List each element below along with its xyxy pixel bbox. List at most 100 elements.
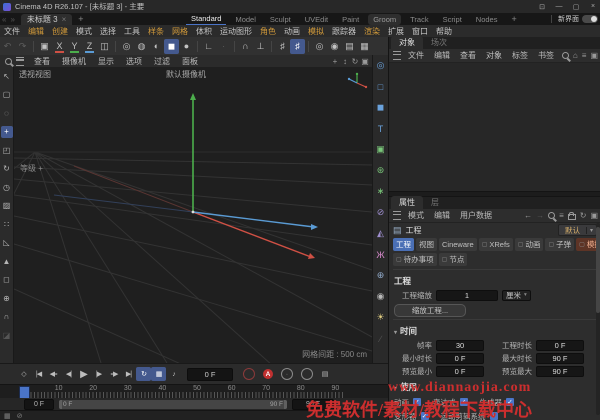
attribute-tab-节点[interactable]: ▢节点: [439, 253, 468, 266]
menu-edit[interactable]: 编辑: [24, 26, 48, 37]
pan-view-icon[interactable]: +: [331, 57, 339, 66]
vp-menu-cameras[interactable]: 摄像机: [56, 56, 92, 67]
add-document-button[interactable]: +: [78, 14, 83, 24]
disable-status-icon[interactable]: ⊘: [17, 412, 23, 420]
texture-mode-icon[interactable]: ▨: [1, 200, 13, 212]
undo-icon[interactable]: ↶: [0, 39, 15, 54]
sound-button[interactable]: ♪: [166, 367, 181, 381]
layers-icon[interactable]: ▦: [357, 39, 372, 54]
menu-render[interactable]: 渲染: [360, 26, 384, 37]
render-settings-icon[interactable]: ◐: [149, 39, 164, 54]
spline-wrap-icon[interactable]: ⊘: [374, 206, 387, 219]
menu-mesh[interactable]: 网格: [168, 26, 192, 37]
menu-character[interactable]: 角色: [256, 26, 280, 37]
menu-file[interactable]: 文件: [0, 26, 24, 37]
redo-icon[interactable]: ↷: [15, 39, 30, 54]
workplane-icon[interactable]: ⊥: [253, 39, 268, 54]
om-menu-view[interactable]: 查看: [455, 50, 481, 61]
am-hamburger-icon[interactable]: [393, 211, 401, 220]
render-picture-viewer-icon[interactable]: ◍: [134, 39, 149, 54]
disabled-pen-icon[interactable]: ∕: [374, 332, 387, 345]
filter-icon[interactable]: ≡: [582, 51, 587, 60]
attribute-tab-动画[interactable]: ▢动画: [515, 238, 544, 251]
layout-tab-script[interactable]: Script: [438, 14, 467, 25]
tab-takes[interactable]: 场次: [423, 36, 455, 49]
layout-view-icon[interactable]: ▣: [37, 39, 52, 54]
stack-icon[interactable]: ▤: [342, 39, 357, 54]
coordinate-system-icon[interactable]: ◫: [97, 39, 112, 54]
current-frame-field[interactable]: 0 F: [187, 368, 233, 381]
popup-icon[interactable]: ▣: [590, 51, 598, 60]
om-menu-objects[interactable]: 对象: [481, 50, 507, 61]
layout-tab-track[interactable]: Track: [405, 14, 433, 25]
play-button[interactable]: ▶: [76, 367, 91, 381]
minimize-button[interactable]: —: [554, 3, 564, 10]
sky-object-icon[interactable]: ⊕: [374, 269, 387, 282]
layout-tab-model[interactable]: Model: [230, 14, 260, 25]
app-options-icon[interactable]: ⊡: [537, 3, 547, 11]
toggle-view-icon[interactable]: ▣: [361, 57, 369, 66]
record-button[interactable]: [243, 368, 255, 380]
lock-y-axis-button[interactable]: Y: [67, 39, 82, 54]
param-field[interactable]: 30: [436, 340, 484, 351]
goto-start-button[interactable]: |◀: [31, 367, 46, 381]
menu-simulate[interactable]: 模拟: [304, 26, 328, 37]
light-object-icon[interactable]: ☀: [374, 311, 387, 324]
param-field[interactable]: 0 F: [436, 366, 484, 377]
search-icon[interactable]: [548, 212, 555, 219]
chevron-down-icon[interactable]: ▾: [394, 330, 397, 336]
lock-icon[interactable]: [568, 214, 576, 220]
menu-extensions[interactable]: 扩展: [384, 26, 408, 37]
layout-tab-uvedit[interactable]: UVEdit: [300, 14, 333, 25]
axis-center-icon[interactable]: ∙: [216, 39, 231, 54]
om-menu-tags[interactable]: 标签: [507, 50, 533, 61]
menu-window[interactable]: 窗口: [408, 26, 432, 37]
maximize-button[interactable]: ▢: [571, 3, 581, 11]
attribute-tab-Cineware[interactable]: Cineware: [439, 238, 477, 251]
polygons-mode-icon[interactable]: ▲: [1, 255, 13, 267]
om-hamburger-icon[interactable]: [393, 51, 401, 60]
viewport-canvas[interactable]: 透视视图 默认摄像机 等级 + 网格间距 : 500 cm: [14, 67, 372, 363]
om-menu-edit[interactable]: 编辑: [429, 50, 455, 61]
popup-icon[interactable]: ▣: [590, 211, 598, 220]
new-ui-toggle[interactable]: [582, 15, 598, 23]
menu-tools[interactable]: 工具: [120, 26, 144, 37]
menu-tracker[interactable]: 跟踪器: [328, 26, 360, 37]
axis-mode-icon[interactable]: ⊕: [1, 292, 13, 304]
menu-spline[interactable]: 样条: [144, 26, 168, 37]
home-icon[interactable]: ⌂: [573, 51, 578, 60]
range-start-field[interactable]: 0 F: [24, 399, 54, 410]
rotate-tool-icon[interactable]: ↻: [1, 163, 13, 175]
menu-animate[interactable]: 动画: [280, 26, 304, 37]
primitive-cube-icon[interactable]: ◼: [164, 39, 179, 54]
viewport-search-icon[interactable]: [5, 58, 12, 65]
move-tool-icon[interactable]: +: [1, 126, 13, 138]
prs-record-button[interactable]: [301, 368, 313, 380]
effector-icon[interactable]: ∗: [374, 185, 387, 198]
document-tab[interactable]: 未标题 3 ×: [21, 14, 72, 25]
select-tool-icon[interactable]: ↖: [1, 70, 13, 82]
tab-objects[interactable]: 对象: [391, 36, 423, 49]
viewport-hamburger-icon[interactable]: [16, 57, 24, 66]
layout-tab-nodes[interactable]: Nodes: [471, 14, 503, 25]
loop-button[interactable]: ↻: [136, 367, 151, 381]
autokey-button[interactable]: A: [263, 369, 273, 379]
subdivision-surface-icon[interactable]: ▣: [374, 143, 387, 156]
filter-icon[interactable]: ≡: [559, 211, 564, 220]
vp-menu-view[interactable]: 查看: [28, 56, 56, 67]
am-menu-user-data[interactable]: 用户数据: [455, 210, 497, 221]
menu-volume[interactable]: 体积: [192, 26, 216, 37]
marquee-select-icon[interactable]: ▢: [1, 89, 13, 101]
unit-dropdown[interactable]: 厘米 ▾: [502, 290, 531, 301]
om-menu-file[interactable]: 文件: [403, 50, 429, 61]
history-back-icon[interactable]: ←: [524, 211, 532, 220]
primitive-sphere-icon[interactable]: ●: [179, 39, 194, 54]
render-view-icon[interactable]: ◎: [119, 39, 134, 54]
scale-tool-icon[interactable]: ◰: [1, 144, 13, 156]
attribute-tab-子弹[interactable]: ▢子弹: [545, 238, 574, 251]
nav-back-icon[interactable]: «: [2, 15, 6, 24]
vp-menu-filter[interactable]: 过滤: [148, 56, 176, 67]
param-field[interactable]: 90 F: [536, 366, 584, 377]
quantize-on-icon[interactable]: ♯: [290, 39, 305, 54]
layout-tab-sculpt[interactable]: Sculpt: [265, 14, 296, 25]
